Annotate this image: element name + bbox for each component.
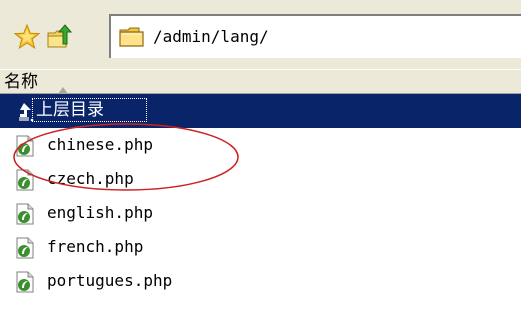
- column-name-label: 名称: [4, 72, 38, 92]
- php-file-icon: [16, 135, 34, 157]
- list-item-file[interactable]: chinese.php: [0, 128, 521, 162]
- column-header-name[interactable]: 名称: [0, 69, 521, 94]
- list-item-file[interactable]: english.php: [0, 196, 521, 230]
- list-item-file[interactable]: czech.php: [0, 162, 521, 196]
- php-file-icon: [16, 237, 34, 259]
- list-item-label: chinese.php: [47, 135, 153, 154]
- address-bar[interactable]: /admin/lang/: [109, 14, 521, 58]
- file-browser-window: /admin/lang/ 名称 上层目录 chinese.php czech.p…: [0, 0, 521, 309]
- star-icon[interactable]: [13, 23, 41, 50]
- up-folder-icon[interactable]: [46, 24, 73, 50]
- sort-ascending-icon: [58, 79, 68, 94]
- php-file-icon: [16, 203, 34, 225]
- list-item-label: french.php: [47, 237, 144, 256]
- list-item-label: czech.php: [47, 169, 134, 188]
- php-file-icon: [16, 169, 34, 191]
- list-item-label: 上层目录: [36, 100, 104, 120]
- folder-icon: [119, 26, 145, 48]
- address-path[interactable]: /admin/lang/: [153, 26, 269, 48]
- php-file-icon: [16, 271, 34, 293]
- list-item-label: portugues.php: [47, 271, 173, 290]
- list-item-label: english.php: [47, 203, 153, 222]
- parent-dir-icon: [14, 101, 34, 123]
- list-item-parent-dir[interactable]: 上层目录: [0, 94, 521, 128]
- toolbar: /admin/lang/: [0, 0, 521, 69]
- list-item-file[interactable]: portugues.php: [0, 264, 521, 298]
- list-item-file[interactable]: french.php: [0, 230, 521, 264]
- file-list: 上层目录 chinese.php czech.php english.php f…: [0, 94, 521, 309]
